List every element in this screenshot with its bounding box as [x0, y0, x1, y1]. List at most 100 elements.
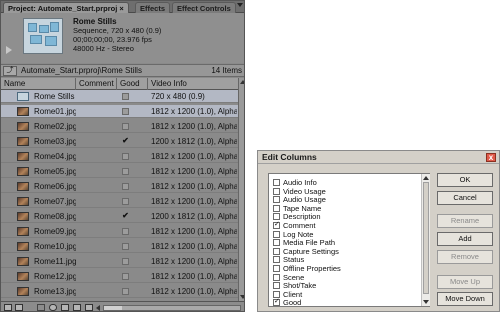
good-checkbox[interactable]	[122, 183, 129, 190]
row-video-info: 1812 x 1200 (1.0), Alpha	[151, 122, 237, 131]
good-checkbox[interactable]	[122, 153, 129, 160]
ok-button[interactable]: OK	[437, 173, 493, 187]
checkbox[interactable]	[273, 265, 280, 272]
preview-line-3: 48000 Hz - Stereo	[73, 44, 134, 53]
column-checklist: Audio Info Video Usage Audio Usage Tape Nam…	[268, 173, 430, 307]
sequence-thumbnail	[23, 18, 63, 54]
table-row[interactable]: Rome04.jpg 1812 x 1200 (1.0), Alpha	[1, 150, 238, 163]
checkbox[interactable]	[273, 239, 280, 247]
sequence-icon	[17, 92, 29, 101]
good-checkbox[interactable]	[122, 198, 129, 205]
good-checkbox[interactable]	[122, 228, 129, 235]
scroll-thumb[interactable]	[423, 182, 429, 294]
move-up-button[interactable]: Move Up	[437, 275, 493, 289]
checkbox[interactable]	[273, 204, 280, 212]
good-checkbox-checked[interactable]: ✔	[122, 134, 129, 147]
column-comment[interactable]: Comment	[76, 78, 117, 90]
table-row[interactable]: Rome12.jpg 1812 x 1200 (1.0), Alpha	[1, 270, 238, 283]
table-row[interactable]: Rome03.jpg ✔ 1200 x 1812 (1.0), Alpha	[1, 135, 238, 148]
table-row[interactable]: Rome Stills 720 x 480 (0.9)	[1, 90, 238, 103]
table-row[interactable]: Rome09.jpg 1812 x 1200 (1.0), Alpha	[1, 225, 238, 238]
scroll-thumb[interactable]	[104, 306, 122, 310]
checkbox[interactable]	[273, 282, 280, 290]
column-name[interactable]: Name	[1, 78, 76, 90]
checklist-scrollbar[interactable]	[421, 174, 430, 306]
tab-project-label: Project: Automate_Start.prproj	[8, 4, 118, 13]
tab-project[interactable]: Project: Automate_Start.prproj ×	[3, 2, 129, 13]
good-checkbox[interactable]	[122, 168, 129, 175]
checkbox[interactable]	[273, 187, 280, 195]
find-icon[interactable]	[49, 304, 57, 311]
tab-effect-controls[interactable]: Effect Controls	[172, 2, 236, 13]
column-good[interactable]: Good	[117, 78, 148, 90]
column-headers: Name Comment Good Video Info	[1, 78, 238, 90]
table-row[interactable]: Rome02.jpg 1812 x 1200 (1.0), Alpha	[1, 120, 238, 133]
scroll-left-icon[interactable]	[96, 305, 100, 311]
good-checkbox[interactable]	[122, 93, 129, 100]
image-thumbnail-icon	[17, 182, 29, 191]
preview-line-2: 00;00;00;00, 23.976 fps	[73, 35, 152, 44]
row-video-info: 720 x 480 (0.9)	[151, 92, 205, 101]
up-folder-icon[interactable]: ⤴	[3, 66, 17, 76]
column-option[interactable]: Good	[273, 297, 302, 308]
good-checkbox[interactable]	[122, 108, 129, 115]
good-checkbox[interactable]	[122, 123, 129, 130]
good-checkbox[interactable]	[122, 258, 129, 265]
checkbox[interactable]	[273, 273, 280, 281]
new-bin-icon[interactable]	[61, 304, 69, 311]
preview-area: Rome Stills Sequence, 720 x 480 (0.9) 00…	[1, 13, 244, 63]
checkbox[interactable]	[273, 247, 280, 255]
good-checkbox[interactable]	[122, 288, 129, 295]
scroll-down-icon[interactable]	[423, 300, 429, 304]
row-name: Rome02.jpg	[34, 122, 76, 131]
checkbox-checked[interactable]	[273, 220, 280, 229]
play-icon[interactable]	[6, 46, 12, 54]
good-checkbox-checked[interactable]: ✔	[122, 209, 129, 222]
row-name: Rome11.jpg	[34, 257, 76, 266]
checkbox[interactable]	[273, 230, 280, 238]
new-item-icon[interactable]	[73, 304, 81, 311]
checkbox[interactable]	[273, 196, 280, 204]
table-row[interactable]: Rome05.jpg 1812 x 1200 (1.0), Alpha	[1, 165, 238, 178]
row-video-info: 1812 x 1200 (1.0), Alpha	[151, 107, 237, 116]
item-count: 14 Items	[211, 66, 242, 75]
checkbox-checked[interactable]	[273, 297, 280, 307]
item-list: Rome Stills 720 x 480 (0.9) Rome01.jpg 1812…	[1, 90, 238, 301]
checkbox[interactable]	[273, 179, 280, 186]
panel-menu-icon[interactable]	[237, 3, 243, 9]
icon-view-icon[interactable]	[15, 304, 23, 311]
image-thumbnail-icon	[17, 287, 29, 296]
table-row[interactable]: Rome11.jpg 1812 x 1200 (1.0), Alpha	[1, 255, 238, 268]
table-row[interactable]: Rome10.jpg 1812 x 1200 (1.0), Alpha	[1, 240, 238, 253]
scroll-down-icon[interactable]	[240, 295, 244, 299]
column-option-label: Good	[283, 298, 302, 308]
table-row[interactable]: Rome06.jpg 1812 x 1200 (1.0), Alpha	[1, 180, 238, 193]
list-view-icon[interactable]	[4, 304, 12, 311]
row-name: Rome10.jpg	[34, 242, 76, 251]
automate-to-sequence-icon[interactable]	[37, 304, 45, 311]
image-thumbnail-icon	[17, 107, 29, 116]
table-row[interactable]: Rome07.jpg 1812 x 1200 (1.0), Alpha	[1, 195, 238, 208]
checkbox[interactable]	[273, 256, 280, 264]
rename-button[interactable]: Rename	[437, 214, 493, 228]
tab-effects[interactable]: Effects	[135, 2, 171, 13]
close-icon[interactable]: x	[486, 153, 496, 162]
table-row[interactable]: Rome01.jpg 1812 x 1200 (1.0), Alpha	[1, 105, 238, 118]
table-row[interactable]: Rome13.jpg 1812 x 1200 (1.0), Alpha	[1, 285, 238, 298]
good-checkbox[interactable]	[122, 273, 129, 280]
remove-button[interactable]: Remove	[437, 250, 493, 264]
column-video-info[interactable]: Video Info	[148, 78, 238, 90]
good-checkbox[interactable]	[122, 243, 129, 250]
clear-icon[interactable]	[85, 304, 93, 311]
tab-close-icon[interactable]: ×	[119, 4, 123, 13]
vertical-scrollbar[interactable]	[238, 78, 244, 301]
table-row[interactable]: Rome08.jpg ✔ 1200 x 1812 (1.0), Alpha	[1, 210, 238, 223]
move-down-button[interactable]: Move Down	[437, 292, 493, 306]
add-button[interactable]: Add	[437, 232, 493, 246]
cancel-button[interactable]: Cancel	[437, 191, 493, 205]
scroll-right-icon[interactable]	[244, 305, 245, 311]
scroll-up-icon[interactable]	[240, 80, 244, 84]
horizontal-scrollbar[interactable]	[96, 305, 241, 311]
image-thumbnail-icon	[17, 272, 29, 281]
scroll-up-icon[interactable]	[423, 176, 429, 180]
